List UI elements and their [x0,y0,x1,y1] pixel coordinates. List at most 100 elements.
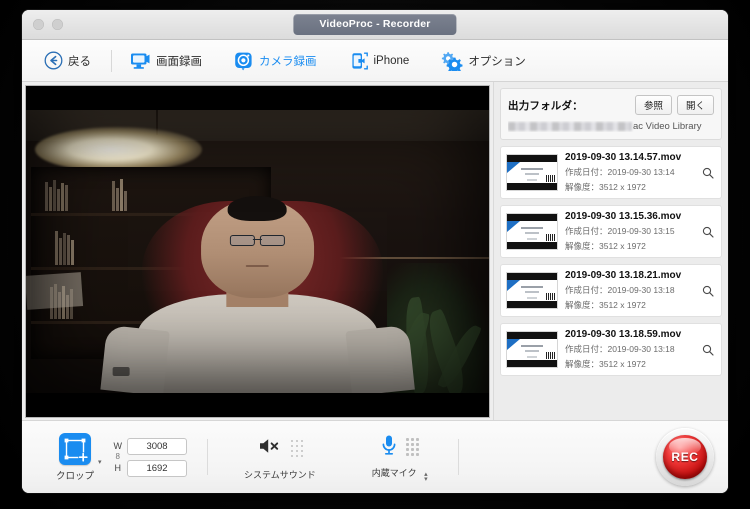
tab-camera-record[interactable]: カメラ録画 [226,48,325,74]
output-folder-label: 出力フォルダ： [508,99,583,112]
scene-lamp-glow [35,126,202,173]
tab-iphone[interactable]: iPhone [341,48,418,74]
tab-options[interactable]: オプション [433,48,534,74]
crop-size-labels: W 8 H [114,441,123,473]
scene-person [100,178,415,393]
iphone-icon [349,51,369,71]
microphone-level-dots[interactable] [406,438,419,456]
list-item[interactable]: 2019-09-30 13.14.57.mov 作成日付：2019-09-30 … [500,146,722,199]
file-info: 2019-09-30 13.15.36.mov 作成日付：2019-09-30 … [565,211,693,252]
camera-preview[interactable] [26,86,489,417]
crop-add-icon [59,432,91,465]
close-button[interactable] [33,19,44,30]
tab-iphone-label: iPhone [373,54,410,67]
desktop-background: VideoProc - Recorder 戻る 画面録画 カメラ録画 iPhon… [0,0,750,509]
file-info: 2019-09-30 13.14.57.mov 作成日付：2019-09-30 … [565,152,693,193]
file-thumbnail [506,213,558,250]
file-thumbnail [506,272,558,309]
magnifier-icon[interactable] [700,167,716,179]
microphone-icon[interactable] [380,434,398,461]
back-button-label: 戻る [68,55,91,68]
person-glasses [230,235,285,246]
microphone-device-stepper[interactable]: ▴ ▾ [424,471,428,483]
file-name: 2019-09-30 13.15.36.mov [565,211,682,222]
video-scene [26,110,489,393]
system-sound-control[interactable]: システムサウンド [244,434,316,481]
magnifier-icon[interactable] [700,285,716,297]
open-folder-button[interactable]: 開く [676,95,714,115]
person-torso [137,294,378,393]
file-created: 作成日付：2019-09-30 13:15 [565,226,675,236]
speaker-muted-icon[interactable] [257,436,283,461]
system-sound-level-dots[interactable] [290,439,304,458]
aspect-lock-icon[interactable]: 8 [116,453,120,461]
crop-group: クロップ ▾ [56,432,102,482]
crop-button[interactable]: クロップ [56,432,95,482]
microphone-label: 内蔵マイク ▴ ▾ [371,466,428,483]
output-folder-actions: 参照 開く [634,95,714,115]
magnifier-icon[interactable] [700,344,716,356]
file-name: 2019-09-30 13.14.57.mov [565,152,682,163]
tab-options-label: オプション [468,55,526,68]
list-item[interactable]: 2019-09-30 13.18.59.mov 作成日付：2019-09-30 … [500,323,722,376]
crop-width-input[interactable]: 3008 [127,437,188,455]
record-button[interactable]: REC [656,428,714,486]
minimize-button[interactable] [52,19,63,30]
file-created: 作成日付：2019-09-30 13:18 [565,344,675,354]
back-button[interactable]: 戻る [36,48,99,73]
person-watch [113,367,130,376]
file-resolution: 解像度：3512 x 1972 [565,359,646,369]
person-arm-left [100,325,170,393]
file-resolution: 解像度：3512 x 1972 [565,300,646,310]
window-title: VideoProc - Recorder [293,14,457,35]
title-bar: VideoProc - Recorder [22,10,728,40]
magnifier-icon[interactable] [700,226,716,238]
record-button-label: REC [671,450,699,464]
crop-size-fields: 3008 1692 [127,437,188,477]
file-info: 2019-09-30 13.18.21.mov 作成日付：2019-09-30 … [565,270,693,311]
file-resolution: 解像度：3512 x 1972 [565,182,646,192]
person-hair [228,195,287,222]
file-info: 2019-09-30 13.18.59.mov 作成日付：2019-09-30 … [565,329,693,370]
crop-button-label: クロップ [56,470,95,482]
stepper-down-icon[interactable]: ▾ [424,476,428,483]
crop-height-input[interactable]: 1692 [127,459,188,477]
camera-record-icon [234,51,254,71]
microphone-label-text: 内蔵マイク [371,468,417,478]
app-window: VideoProc - Recorder 戻る 画面録画 カメラ録画 iPhon… [22,10,728,493]
file-name: 2019-09-30 13.18.59.mov [565,329,682,340]
bottom-control-bar: クロップ ▾ W 8 H 3008 1692 システムサウンド 内蔵マイク ▴ … [22,420,728,493]
list-item[interactable]: 2019-09-30 13.18.21.mov 作成日付：2019-09-30 … [500,264,722,317]
back-arrow-circle-icon [44,51,63,70]
output-folder-header: 出力フォルダ： 参照 開く [508,95,714,115]
monitor-record-icon [130,51,151,70]
bottom-divider-1 [207,439,209,475]
tab-screen-record[interactable]: 画面録画 [122,48,210,73]
redacted-path-segment [508,122,632,131]
letterbox-top [26,86,489,110]
file-thumbnail [506,331,558,368]
list-item[interactable]: 2019-09-30 13.15.36.mov 作成日付：2019-09-30 … [500,205,722,258]
file-created: 作成日付：2019-09-30 13:18 [565,285,675,295]
toolbar-divider [111,49,112,72]
tab-screen-record-label: 画面録画 [156,55,202,68]
recorded-file-list[interactable]: 2019-09-30 13.14.57.mov 作成日付：2019-09-30 … [500,146,722,420]
microphone-control[interactable]: 内蔵マイク ▴ ▾ [371,432,428,483]
window-controls[interactable] [33,19,63,30]
gear-options-icon [441,51,463,71]
preview-container [22,82,493,420]
main-toolbar: 戻る 画面録画 カメラ録画 iPhone オプション [22,40,728,82]
content-area: 出力フォルダ： 参照 開く ac Video Library 2019-09-3… [22,82,728,420]
chevron-down-icon[interactable]: ▾ [98,458,102,466]
system-sound-row [257,434,304,464]
file-thumbnail [506,154,558,191]
output-panel: 出力フォルダ： 参照 開く ac Video Library 2019-09-3… [493,82,728,420]
crop-size-controls: W 8 H 3008 1692 [114,437,188,477]
file-name: 2019-09-30 13.18.21.mov [565,270,682,281]
video-frame [26,110,489,393]
output-folder-path[interactable]: ac Video Library [508,121,714,132]
browse-button[interactable]: 参照 [634,95,672,115]
tab-camera-record-label: カメラ録画 [259,55,317,68]
letterbox-bottom [26,393,489,417]
bottom-divider-2 [457,439,459,475]
